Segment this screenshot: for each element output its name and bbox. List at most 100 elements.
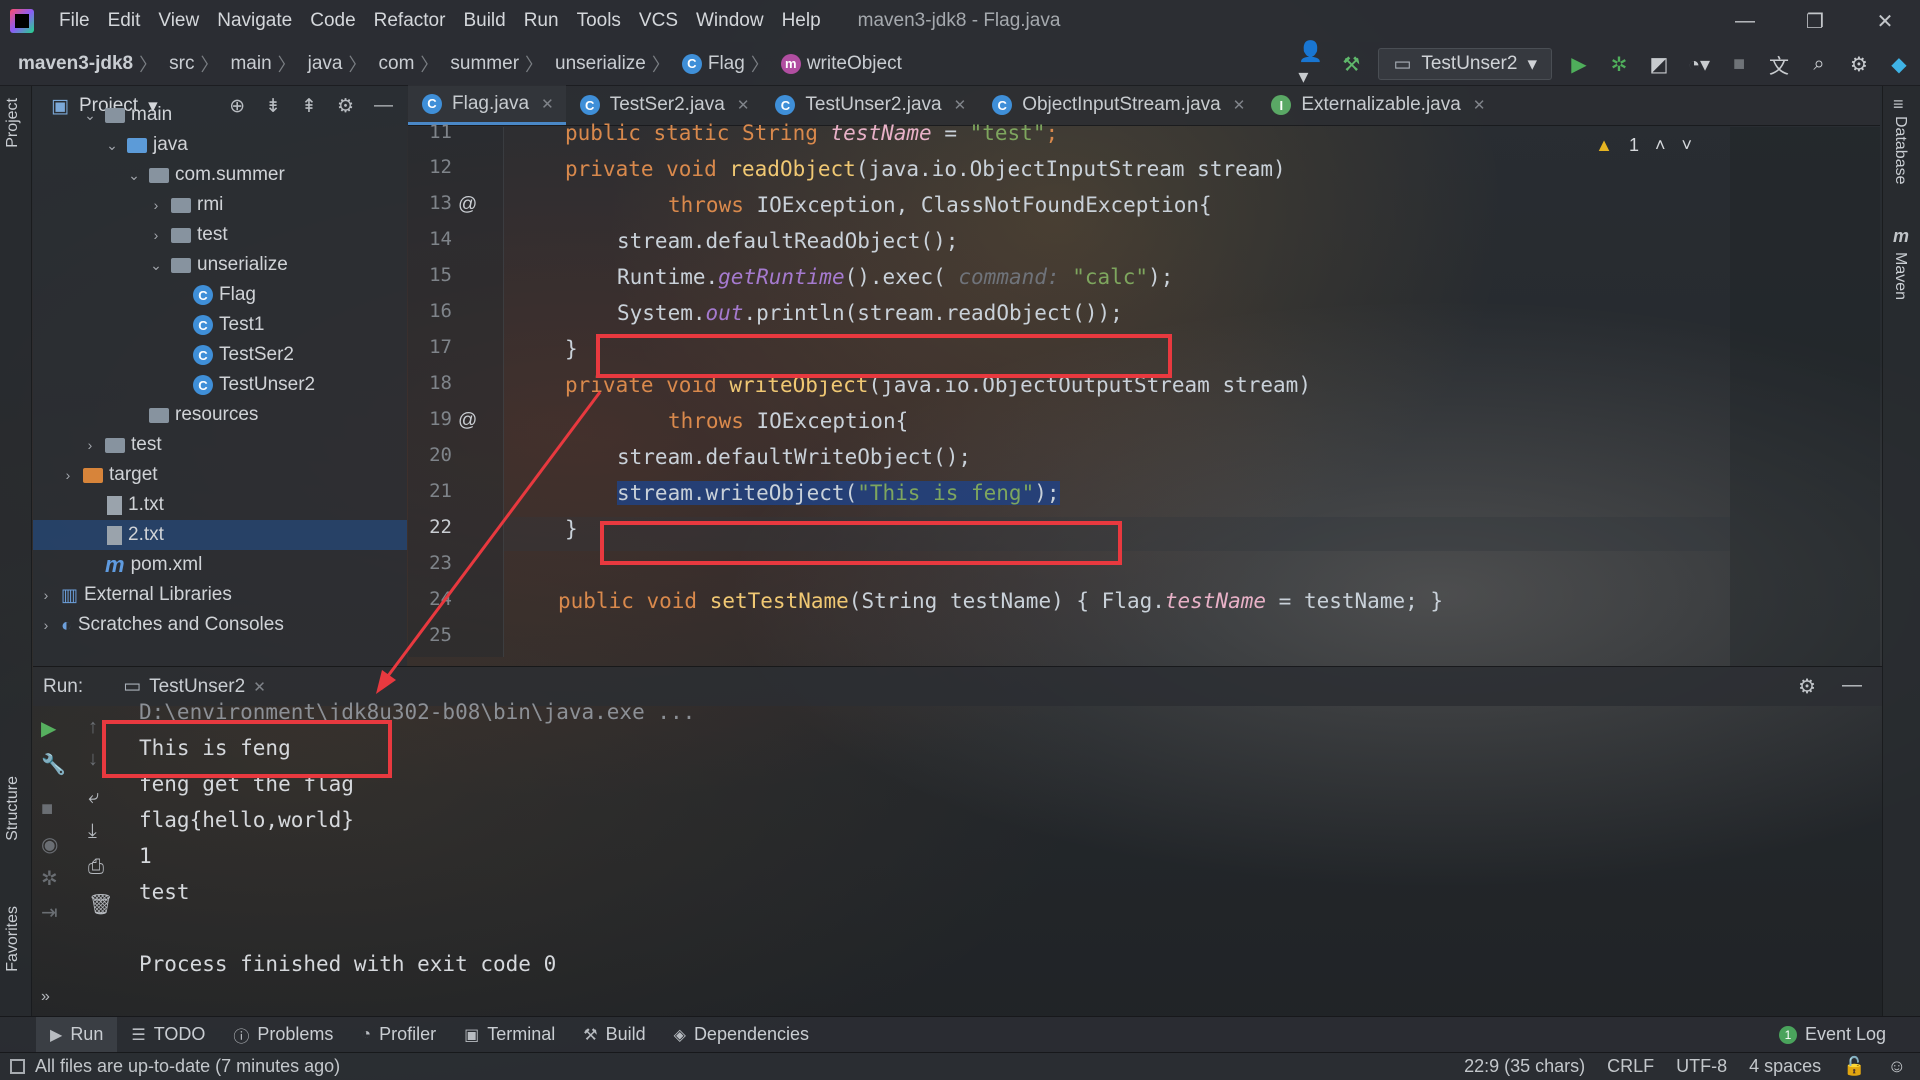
close-tab-icon[interactable]: ✕: [1233, 96, 1246, 114]
lock-icon[interactable]: 🔓: [1843, 1056, 1865, 1077]
run-icon[interactable]: ▶: [1566, 51, 1592, 77]
tab-testser2-java[interactable]: C TestSer2.java ✕: [566, 85, 762, 125]
chevron-right-icon[interactable]: ›: [81, 437, 99, 453]
profile-icon[interactable]: ◔▾: [1686, 51, 1712, 77]
debug-icon[interactable]: ✲: [1606, 51, 1632, 77]
camera-icon[interactable]: ◉: [41, 832, 58, 857]
maven-tool-tab[interactable]: Maven: [1891, 252, 1909, 300]
code-minimap[interactable]: [1730, 127, 1880, 667]
breadcrumb-com[interactable]: com: [371, 53, 417, 75]
code-editor[interactable]: 11 12 13 14 15 16 17 18 19 20 21 22 23 2…: [408, 121, 1730, 657]
stop-icon[interactable]: ■: [41, 798, 53, 821]
plugin-icon[interactable]: ◆: [1886, 51, 1912, 77]
menu-help[interactable]: Help: [773, 10, 830, 32]
tree-item[interactable]: › rmi: [33, 190, 407, 220]
indent-setting[interactable]: 4 spaces: [1749, 1056, 1821, 1077]
tree-item[interactable]: ⌄ unserialize: [33, 250, 407, 280]
tree-item[interactable]: › target: [33, 460, 407, 490]
breadcrumb-project[interactable]: maven3-jdk8: [0, 53, 135, 75]
print-icon[interactable]: ⎙: [88, 856, 104, 879]
exit-icon[interactable]: ⇥: [41, 900, 58, 925]
stop-icon[interactable]: ■: [1726, 51, 1752, 77]
menu-vcs[interactable]: VCS: [630, 10, 687, 32]
breadcrumb-flag[interactable]: C Flag: [674, 53, 747, 75]
chevron-down-icon[interactable]: ⌄: [81, 107, 99, 124]
menu-view[interactable]: View: [149, 10, 208, 32]
breadcrumb-main[interactable]: main: [222, 53, 273, 75]
chevron-right-icon[interactable]: ›: [37, 587, 55, 603]
line-separator[interactable]: CRLF: [1607, 1056, 1654, 1077]
breadcrumb-summer[interactable]: summer: [442, 53, 521, 75]
status-message[interactable]: All files are up-to-date (7 minutes ago): [35, 1056, 340, 1077]
close-tab-icon[interactable]: ✕: [541, 95, 554, 113]
menu-tools[interactable]: Tools: [568, 10, 630, 32]
close-tab-icon[interactable]: ✕: [954, 96, 967, 114]
tree-item[interactable]: m pom.xml: [33, 550, 407, 580]
tree-item[interactable]: C Test1: [33, 310, 407, 340]
rerun-icon[interactable]: ▶: [41, 716, 56, 741]
tab-problems[interactable]: ⓘ Problems: [219, 1017, 347, 1053]
console-output[interactable]: D:\environment\jdk8u302-b08\bin\java.exe…: [102, 700, 1882, 1016]
database-tool-tab[interactable]: Database: [1891, 116, 1909, 185]
menu-file[interactable]: File: [50, 10, 99, 32]
tab-run[interactable]: ▶ Run: [36, 1016, 118, 1053]
chevron-right-icon[interactable]: ›: [147, 227, 165, 243]
hide-icon[interactable]: —: [1842, 674, 1862, 699]
tree-item[interactable]: ⌄ main: [33, 100, 407, 130]
arrow-down-icon[interactable]: ↓: [88, 748, 98, 771]
tree-item[interactable]: 1.txt: [33, 490, 407, 520]
restore-button[interactable]: ❐: [1780, 0, 1850, 42]
menu-window[interactable]: Window: [687, 10, 773, 32]
trash-icon[interactable]: 🗑: [88, 892, 113, 917]
toggle-tool-windows-icon[interactable]: [10, 1059, 25, 1074]
tab-dependencies[interactable]: ◈ Dependencies: [660, 1017, 823, 1053]
chevron-right-icon[interactable]: ›: [37, 617, 55, 633]
structure-tool-tab[interactable]: Structure: [4, 776, 22, 841]
tab-build[interactable]: ⚒ Build: [569, 1017, 659, 1053]
wrench-icon[interactable]: 🔧: [41, 752, 66, 777]
search-icon[interactable]: ⌕: [1806, 51, 1832, 77]
chevron-right-icon[interactable]: ›: [59, 467, 77, 483]
hammer-icon[interactable]: ⚒: [1338, 51, 1364, 77]
run-configuration-select[interactable]: ▭ TestUnser2 ▾: [1378, 48, 1552, 80]
breadcrumb-src[interactable]: src: [161, 53, 196, 75]
notification-icon[interactable]: ☺: [1888, 1056, 1906, 1077]
settings-icon[interactable]: ⚙: [1846, 51, 1872, 77]
tree-item[interactable]: 2.txt: [33, 520, 407, 550]
project-tool-tab[interactable]: Project: [4, 98, 22, 148]
menu-refactor[interactable]: Refactor: [365, 10, 455, 32]
scroll-to-end-icon[interactable]: ⤓: [88, 820, 97, 843]
tree-item[interactable]: › test: [33, 430, 407, 460]
chevron-down-icon[interactable]: ˅: [1681, 135, 1692, 156]
override-marker-icon[interactable]: @: [458, 410, 477, 432]
run-tab-testunser2[interactable]: ▭ TestUnser2 ✕: [123, 675, 266, 698]
menu-edit[interactable]: Edit: [99, 10, 150, 32]
tree-item[interactable]: C Flag: [33, 280, 407, 310]
caret-position[interactable]: 22:9 (35 chars): [1464, 1056, 1585, 1077]
favorites-tool-tab[interactable]: Favorites: [4, 906, 22, 972]
expand-more-icon[interactable]: »: [41, 988, 50, 1006]
breadcrumb-unserialize[interactable]: unserialize: [547, 53, 648, 75]
gear-icon[interactable]: ⚙: [1798, 674, 1816, 699]
tree-item[interactable]: C TestUnser2: [33, 370, 407, 400]
tree-item[interactable]: › test: [33, 220, 407, 250]
chevron-down-icon[interactable]: ⌄: [147, 257, 165, 274]
chevron-down-icon[interactable]: ⌄: [103, 137, 121, 154]
breadcrumb-writeobject[interactable]: m writeObject: [773, 53, 904, 75]
inspection-widget[interactable]: ▲ 1 ˄ ˅: [1595, 135, 1692, 156]
tab-objectinputstream-java[interactable]: C ObjectInputStream.java ✕: [978, 85, 1257, 125]
tab-event-log[interactable]: 1 Event Log: [1765, 1017, 1900, 1053]
tab-flag-java[interactable]: C Flag.java ✕: [408, 85, 566, 125]
translate-icon[interactable]: 文: [1766, 51, 1792, 78]
menu-build[interactable]: Build: [454, 10, 514, 32]
breadcrumb-java[interactable]: java: [300, 53, 345, 75]
chevron-right-icon[interactable]: ›: [147, 197, 165, 213]
close-tab-icon[interactable]: ✕: [737, 96, 750, 114]
close-tab-icon[interactable]: ✕: [253, 678, 266, 696]
tab-terminal[interactable]: ▣ Terminal: [450, 1017, 569, 1053]
tree-item[interactable]: resources: [33, 400, 407, 430]
coverage-icon[interactable]: ◩: [1646, 51, 1672, 77]
file-encoding[interactable]: UTF-8: [1676, 1056, 1727, 1077]
tree-item[interactable]: ⌄ com.summer: [33, 160, 407, 190]
menu-navigate[interactable]: Navigate: [208, 10, 301, 32]
